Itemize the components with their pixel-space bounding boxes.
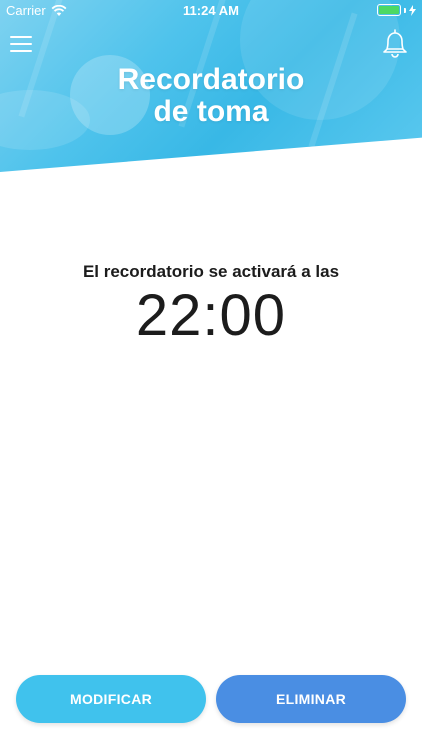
charging-bolt-icon (409, 4, 416, 16)
battery-icon (377, 4, 401, 16)
bell-icon[interactable] (381, 28, 409, 58)
page-title-line1: Recordatorio (117, 63, 305, 96)
status-bar: Carrier 11:24 AM (0, 0, 422, 22)
delete-button[interactable]: ELIMINAR (216, 675, 406, 723)
status-right (377, 4, 416, 16)
status-time: 11:24 AM (183, 3, 239, 18)
menu-line (10, 43, 32, 45)
battery-tip (404, 7, 406, 13)
reminder-time: 22:00 (135, 283, 287, 348)
page-title: Recordatorio de toma (0, 64, 422, 128)
page-title-line2: de toma (153, 95, 269, 128)
battery-fill (379, 6, 399, 14)
menu-line (10, 36, 32, 38)
reminder-label: El recordatorio se activará a las (82, 262, 340, 281)
hamburger-menu-icon[interactable] (10, 36, 32, 52)
modify-button[interactable]: MODIFICAR (16, 675, 206, 723)
menu-line (10, 50, 32, 52)
reminder-screen: Carrier 11:24 AM Recordatorio de toma El… (0, 0, 422, 750)
